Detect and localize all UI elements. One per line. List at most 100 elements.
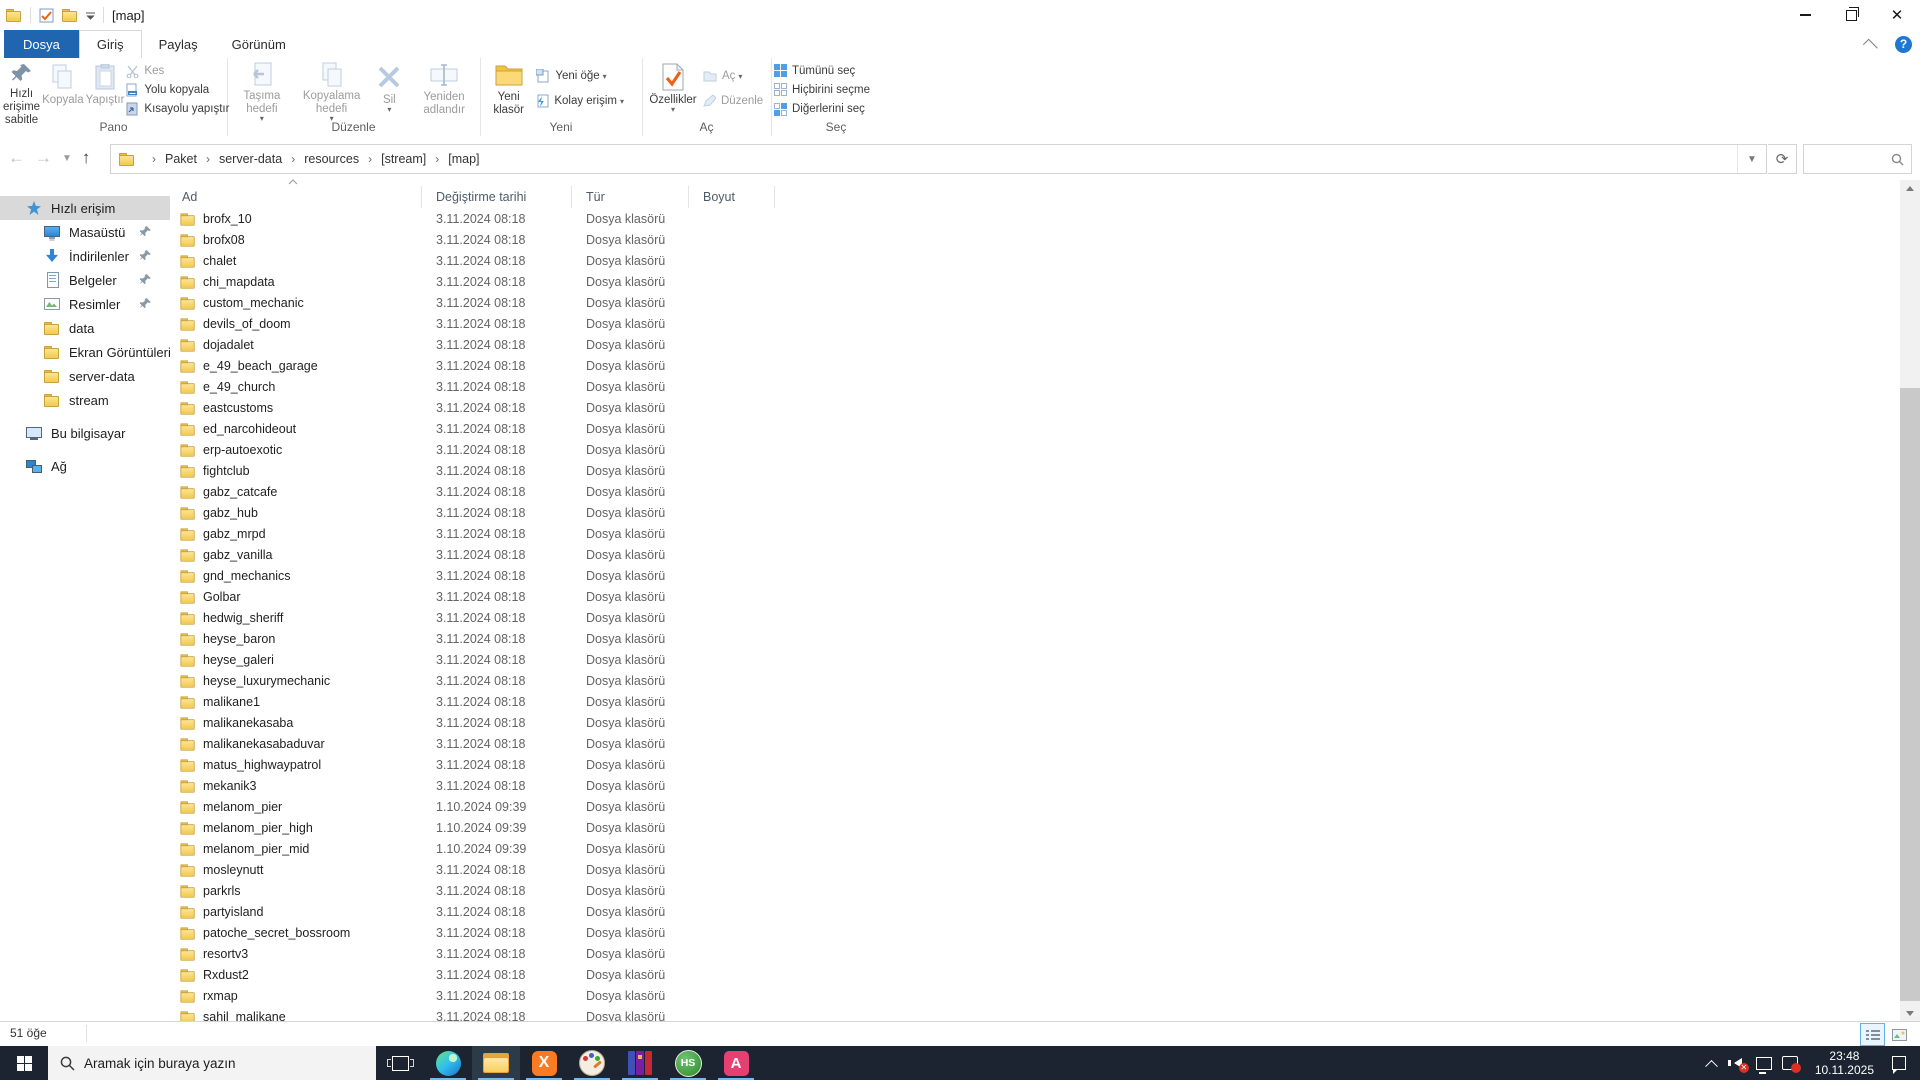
search-input[interactable] xyxy=(1804,151,1891,167)
sidebar-item[interactable]: Ekran Görüntüleri xyxy=(0,340,171,364)
table-row[interactable]: melanom_pier_mid 1.10.2024 09:39 Dosya k… xyxy=(170,838,1900,859)
sidebar-item[interactable]: İndirilenler xyxy=(0,244,170,268)
table-row[interactable]: resortv3 3.11.2024 08:18 Dosya klasörü xyxy=(170,943,1900,964)
qat-properties-icon[interactable] xyxy=(39,8,54,23)
minimize-button[interactable] xyxy=(1782,0,1828,30)
table-row[interactable]: e_49_church 3.11.2024 08:18 Dosya klasör… xyxy=(170,376,1900,397)
task-view-button[interactable] xyxy=(376,1046,424,1080)
sidebar-item[interactable]: stream xyxy=(0,388,170,412)
open-button[interactable]: Aç xyxy=(703,67,765,84)
taskbar-app-edge[interactable] xyxy=(424,1046,472,1080)
column-header-type[interactable]: Tür xyxy=(572,186,689,208)
new-folder-button[interactable]: Yeni klasör xyxy=(483,61,534,117)
table-row[interactable]: dojadalet 3.11.2024 08:18 Dosya klasörü xyxy=(170,334,1900,355)
edit-button[interactable]: Düzenle xyxy=(703,92,765,109)
table-row[interactable]: fightclub 3.11.2024 08:18 Dosya klasörü xyxy=(170,460,1900,481)
table-row[interactable]: malikanekasabaduvar 3.11.2024 08:18 Dosy… xyxy=(170,733,1900,754)
tab-paylas[interactable]: Paylaş xyxy=(142,30,215,58)
action-center-icon[interactable] xyxy=(1886,1046,1920,1080)
table-row[interactable]: devils_of_doom 3.11.2024 08:18 Dosya kla… xyxy=(170,313,1900,334)
table-row[interactable]: brofx08 3.11.2024 08:18 Dosya klasörü xyxy=(170,229,1900,250)
details-view-button[interactable] xyxy=(1860,1023,1885,1046)
table-row[interactable]: e_49_beach_garage 3.11.2024 08:18 Dosya … xyxy=(170,355,1900,376)
vertical-scrollbar[interactable] xyxy=(1900,180,1920,1022)
table-row[interactable]: matus_highwaypatrol 3.11.2024 08:18 Dosy… xyxy=(170,754,1900,775)
table-row[interactable]: heyse_luxurymechanic 3.11.2024 08:18 Dos… xyxy=(170,670,1900,691)
copy-button[interactable]: Kopyala xyxy=(42,61,84,117)
scroll-down-icon[interactable] xyxy=(1900,1005,1920,1022)
paste-shortcut-button[interactable]: Kısayolu yapıştır xyxy=(126,101,229,117)
taskbar-app-xampp[interactable]: X xyxy=(520,1046,568,1080)
table-row[interactable]: chalet 3.11.2024 08:18 Dosya klasörü xyxy=(170,250,1900,271)
table-row[interactable]: Rxdust2 3.11.2024 08:18 Dosya klasörü xyxy=(170,964,1900,985)
invert-selection-button[interactable]: Diğerlerini seç xyxy=(774,102,898,117)
table-row[interactable]: gabz_catcafe 3.11.2024 08:18 Dosya klasö… xyxy=(170,481,1900,502)
pin-to-quick-access-button[interactable]: Hızlı erişime sabitle xyxy=(3,61,40,126)
table-row[interactable]: hedwig_sheriff 3.11.2024 08:18 Dosya kla… xyxy=(170,607,1900,628)
qat-customize-dropdown-icon[interactable] xyxy=(86,11,95,20)
clock[interactable]: 23:48 10.11.2025 xyxy=(1803,1049,1886,1077)
table-row[interactable]: Golbar 3.11.2024 08:18 Dosya klasörü xyxy=(170,586,1900,607)
table-row[interactable]: gabz_mrpd 3.11.2024 08:18 Dosya klasörü xyxy=(170,523,1900,544)
scrollbar-thumb[interactable] xyxy=(1900,388,1920,1001)
collapse-ribbon-icon[interactable] xyxy=(1862,38,1878,54)
tab-gorunum[interactable]: Görünüm xyxy=(215,30,303,58)
search-box[interactable] xyxy=(1803,144,1912,174)
taskbar-app-a[interactable]: A xyxy=(712,1046,760,1080)
volume-muted-icon[interactable]: ✕ xyxy=(1725,1046,1751,1080)
table-row[interactable]: melanom_pier_high 1.10.2024 09:39 Dosya … xyxy=(170,817,1900,838)
breadcrumb-item[interactable]: [map] xyxy=(426,152,479,166)
cut-button[interactable]: Kes xyxy=(126,63,229,79)
taskbar-app-winrar[interactable] xyxy=(616,1046,664,1080)
tray-overflow-chevron-icon[interactable] xyxy=(1699,1046,1725,1080)
easy-access-button[interactable]: Kolay erişim xyxy=(536,92,639,109)
table-row[interactable]: mekanik3 3.11.2024 08:18 Dosya klasörü xyxy=(170,775,1900,796)
scroll-up-icon[interactable] xyxy=(1900,180,1920,197)
back-icon[interactable]: ← xyxy=(8,148,25,168)
table-row[interactable]: heyse_baron 3.11.2024 08:18 Dosya klasör… xyxy=(170,628,1900,649)
table-row[interactable]: melanom_pier 1.10.2024 09:39 Dosya klasö… xyxy=(170,796,1900,817)
breadcrumb-item[interactable]: resources xyxy=(282,152,359,166)
table-row[interactable]: patoche_secret_bossroom 3.11.2024 08:18 … xyxy=(170,922,1900,943)
large-icons-view-button[interactable] xyxy=(1887,1023,1912,1046)
table-row[interactable]: heyse_galeri 3.11.2024 08:18 Dosya klasö… xyxy=(170,649,1900,670)
table-row[interactable]: erp-autoexotic 3.11.2024 08:18 Dosya kla… xyxy=(170,439,1900,460)
sidebar-item[interactable]: Belgeler xyxy=(0,268,170,292)
table-row[interactable]: parkrls 3.11.2024 08:18 Dosya klasörü xyxy=(170,880,1900,901)
forward-icon[interactable]: → xyxy=(35,148,52,168)
recent-locations-chevron-icon[interactable]: ▼ xyxy=(62,153,72,164)
table-row[interactable]: sahil_malikane 3.11.2024 08:18 Dosya kla… xyxy=(170,1006,1900,1022)
move-to-button[interactable]: Taşıma hedefi xyxy=(230,61,294,117)
table-row[interactable]: partyisland 3.11.2024 08:18 Dosya klasör… xyxy=(170,901,1900,922)
column-header-size[interactable]: Boyut xyxy=(689,186,775,208)
table-row[interactable]: eastcustoms 3.11.2024 08:18 Dosya klasör… xyxy=(170,397,1900,418)
column-header-name[interactable]: Ad xyxy=(170,186,422,208)
sidebar-item[interactable]: server-data xyxy=(0,364,170,388)
table-row[interactable]: malikanekasaba 3.11.2024 08:18 Dosya kla… xyxy=(170,712,1900,733)
breadcrumb-item[interactable]: Paket xyxy=(143,152,197,166)
sidebar-item[interactable]: Bu bilgisayar xyxy=(0,421,170,445)
sidebar-item[interactable]: Masaüstü xyxy=(0,220,170,244)
taskbar-app-paint[interactable] xyxy=(568,1046,616,1080)
table-row[interactable]: brofx_10 3.11.2024 08:18 Dosya klasörü xyxy=(170,208,1900,229)
tab-dosya[interactable]: Dosya xyxy=(4,30,79,58)
refresh-icon[interactable]: ⟳ xyxy=(1768,144,1797,174)
taskbar-app-file-explorer[interactable] xyxy=(472,1046,520,1080)
select-none-button[interactable]: Hiçbirini seçme xyxy=(774,82,898,97)
sidebar-item[interactable]: Ağ xyxy=(0,454,170,478)
table-row[interactable]: rxmap 3.11.2024 08:18 Dosya klasörü xyxy=(170,985,1900,1006)
sidebar-item[interactable]: Resimler xyxy=(0,292,170,316)
select-all-button[interactable]: Tümünü seç xyxy=(774,63,898,78)
column-header-date[interactable]: Değiştirme tarihi xyxy=(422,186,572,208)
start-button[interactable] xyxy=(0,1046,48,1080)
table-row[interactable]: mosleynutt 3.11.2024 08:18 Dosya klasörü xyxy=(170,859,1900,880)
new-item-button[interactable]: Yeni öğe xyxy=(536,67,639,84)
breadcrumb-item[interactable]: [stream] xyxy=(359,152,426,166)
sidebar-item[interactable]: Hızlı erişim xyxy=(0,196,170,220)
network-icon[interactable] xyxy=(1751,1046,1777,1080)
close-button[interactable]: ✕ xyxy=(1874,0,1920,30)
sidebar-item[interactable]: data xyxy=(0,316,170,340)
table-row[interactable]: custom_mechanic 3.11.2024 08:18 Dosya kl… xyxy=(170,292,1900,313)
table-row[interactable]: gabz_vanilla 3.11.2024 08:18 Dosya klasö… xyxy=(170,544,1900,565)
address-bar[interactable]: Paketserver-dataresources[stream][map] ▼ xyxy=(110,144,1767,174)
